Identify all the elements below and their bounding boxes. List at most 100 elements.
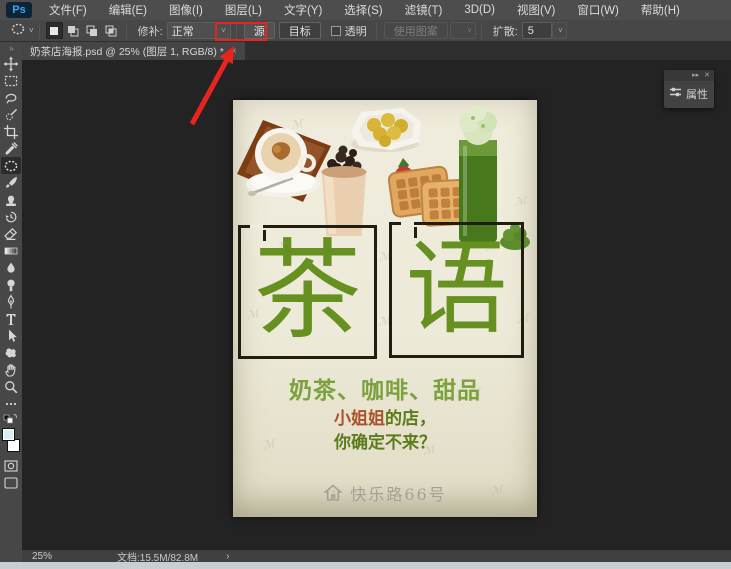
menu-help[interactable]: 帮助(H) (630, 0, 691, 20)
eyedropper-tool-icon[interactable] (1, 140, 21, 157)
intersect-selection-button[interactable] (103, 22, 120, 39)
zoom-level-field[interactable]: 25% (32, 551, 77, 562)
menu-filter[interactable]: 滤镜(T) (394, 0, 454, 20)
document-title: 奶茶店海报.psd @ 25% (图层 1, RGB/8) * (30, 45, 224, 58)
source-button[interactable]: 源 (243, 22, 275, 39)
poster-slogan-emphasis: 小姐姐 (334, 409, 385, 428)
separator (235, 22, 237, 39)
hand-tool-icon[interactable] (1, 361, 21, 378)
close-icon[interactable]: × (231, 46, 237, 57)
poster-slogan-line2: 你确定不来？ (334, 433, 436, 452)
chevron-down-icon: ˅ (221, 26, 226, 35)
chevron-down-icon: ˅ (558, 26, 563, 35)
menu-edit[interactable]: 编辑(E) (98, 0, 158, 20)
separator (375, 22, 377, 39)
coffee-cup-photo (237, 120, 331, 202)
path-selection-tool-icon[interactable] (1, 327, 21, 344)
diffusion-dropdown[interactable]: ˅ (551, 22, 567, 39)
custom-shape-tool-icon[interactable] (1, 344, 21, 361)
collapse-panel-icon[interactable]: » (9, 42, 14, 55)
canvas-area[interactable]: ▸▸ ✕ 属性 ℳ ℳ ℳ ℳ ℳ ℳ ℳ ℳ ℳ ℳ ℳ ℳ ℳ ℳ ℳ ℳ … (22, 60, 731, 550)
collapse-panel-icon[interactable]: ▸▸ (692, 72, 699, 79)
chevron-down-icon: ˅ (29, 26, 34, 35)
close-icon[interactable]: ✕ (704, 72, 710, 79)
dessert-plate-photo (351, 108, 421, 152)
poster-document[interactable]: ℳ ℳ ℳ ℳ ℳ ℳ ℳ ℳ ℳ ℳ ℳ ℳ ℳ ℳ ℳ ℳ ℳ ℳ (233, 100, 537, 517)
move-tool-icon[interactable] (1, 55, 21, 72)
menu-select[interactable]: 选择(S) (333, 0, 393, 20)
use-pattern-button: 使用图案 (383, 22, 448, 39)
dodge-tool-icon[interactable] (1, 276, 21, 293)
menu-file[interactable]: 文件(F) (38, 0, 98, 20)
poster-title-char-right: 语 (405, 230, 508, 349)
status-bar: 25% 文档:15.5M/82.8M › (22, 550, 731, 564)
photoshop-logo: Ps (6, 2, 32, 18)
destination-button[interactable]: 目标 (278, 22, 321, 39)
patch-tool-preset-icon (10, 21, 26, 40)
menu-layer[interactable]: 图层(L) (214, 0, 273, 20)
quick-mask-mode-icon[interactable] (1, 457, 21, 474)
patch-mode-label: 修补: (137, 25, 163, 38)
blur-tool-icon[interactable] (1, 259, 21, 276)
pattern-picker-select: ˅ (449, 22, 476, 39)
title-frame-left: 茶 (238, 224, 377, 359)
poster-slogan-rest: 的店， (385, 409, 436, 428)
history-brush-tool-icon[interactable] (1, 208, 21, 225)
quick-selection-tool-icon[interactable] (1, 106, 21, 123)
menu-3d[interactable]: 3D(D) (453, 0, 506, 20)
zoom-tool-icon[interactable] (1, 378, 21, 395)
eraser-tool-icon[interactable] (1, 225, 21, 242)
subtract-from-selection-button[interactable] (84, 22, 101, 39)
menu-type[interactable]: 文字(Y) (273, 0, 333, 20)
properties-panel-header: ▸▸ ✕ (664, 70, 714, 81)
poster-title-char-left: 茶 (253, 229, 362, 354)
menu-window[interactable]: 窗口(W) (566, 0, 630, 20)
type-tool-icon[interactable] (1, 310, 21, 327)
patch-tool-icon[interactable] (1, 157, 21, 174)
rectangular-marquee-tool-icon[interactable] (1, 72, 21, 89)
properties-panel[interactable]: ▸▸ ✕ 属性 (664, 70, 714, 108)
diffusion-label: 扩散: (492, 25, 518, 38)
separator (125, 22, 127, 39)
properties-icon (669, 85, 682, 103)
patch-mode-value: 正常 (171, 25, 194, 38)
new-selection-button[interactable] (45, 22, 63, 39)
status-options-chevron[interactable]: › (226, 551, 229, 562)
title-frame-right: 语 (389, 221, 524, 358)
edit-toolbar-ellipsis-icon[interactable] (1, 395, 21, 412)
poster-address: 快乐路66号 (233, 481, 537, 505)
transparent-checkbox[interactable] (330, 25, 341, 36)
clone-stamp-tool-icon[interactable] (1, 191, 21, 208)
menu-view[interactable]: 视图(V) (506, 0, 566, 20)
lasso-tool-icon[interactable] (1, 89, 21, 106)
transparent-label: 透明 (344, 25, 367, 38)
document-tab-bar: 奶茶店海报.psd @ 25% (图层 1, RGB/8) * × (22, 42, 731, 60)
menu-image[interactable]: 图像(I) (158, 0, 214, 20)
poster-subtitle: 奶茶、咖啡、甜品 (289, 377, 481, 403)
foreground-background-color-swatches[interactable] (1, 427, 21, 453)
tools-panel: » (0, 42, 22, 562)
default-colors-icon[interactable] (1, 412, 21, 424)
pen-tool-icon[interactable] (1, 293, 21, 310)
patch-mode-select[interactable]: 正常 ˅ (166, 22, 231, 39)
poster-slogan-line1: 小姐姐的店， (233, 404, 537, 429)
add-to-selection-button[interactable] (65, 22, 82, 39)
separator (480, 22, 482, 39)
brush-tool-icon[interactable] (1, 174, 21, 191)
crop-tool-icon[interactable] (1, 123, 21, 140)
separator (38, 22, 40, 39)
foreground-color-swatch[interactable] (2, 428, 15, 441)
screen-mode-icon[interactable] (1, 474, 21, 491)
gradient-tool-icon[interactable] (1, 242, 21, 259)
chevron-down-icon: ˅ (467, 26, 472, 35)
window-bottom-strip (0, 562, 731, 569)
boba-milk-tea-photo (321, 145, 367, 236)
tool-preset-picker[interactable]: ˅ (10, 21, 34, 40)
poster-address-text: 快乐路66号 (350, 485, 447, 504)
properties-tab-label[interactable]: 属性 (686, 86, 708, 102)
diffusion-value-field[interactable]: 5 (521, 22, 552, 39)
document-tab[interactable]: 奶茶店海报.psd @ 25% (图层 1, RGB/8) * × (22, 42, 245, 60)
menu-bar: Ps 文件(F) 编辑(E) 图像(I) 图层(L) 文字(Y) 选择(S) 滤… (0, 0, 731, 20)
house-icon (323, 484, 343, 501)
tool-options-bar: ˅ 修补: 正常 ˅ 源 目标 透明 使用图案 ˅ 扩散: 5 ˅ (0, 20, 731, 42)
